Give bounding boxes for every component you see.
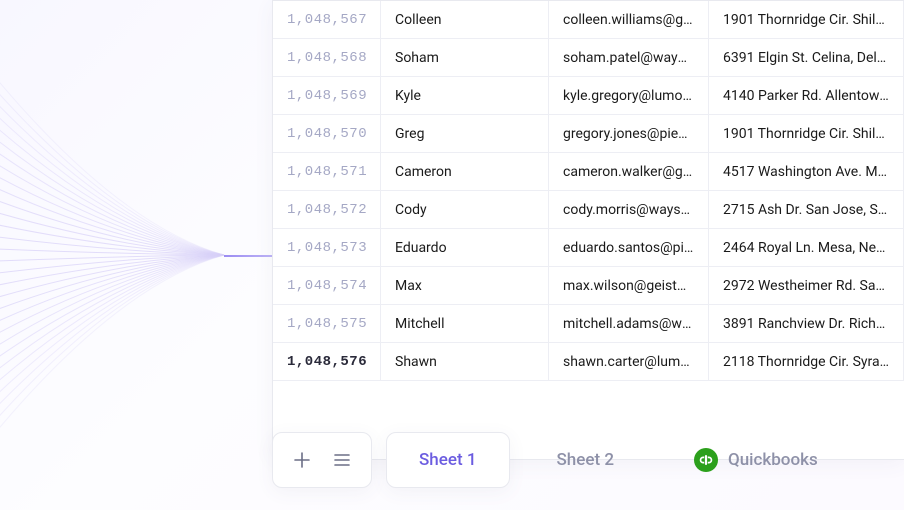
- cell-address[interactable]: 6391 Elgin St. Celina, Delawa: [709, 39, 904, 77]
- cell-email[interactable]: eduardo.santos@piedp: [549, 229, 709, 267]
- cell-name[interactable]: Max: [381, 267, 549, 305]
- cell-name[interactable]: Shawn: [381, 343, 549, 381]
- cell-email[interactable]: shawn.carter@lumon.te: [549, 343, 709, 381]
- cell-address[interactable]: 4140 Parker Rd. Allentown, N: [709, 77, 904, 115]
- cell-email[interactable]: kyle.gregory@lumon.te: [549, 77, 709, 115]
- row-number[interactable]: 1,048,569: [273, 77, 381, 115]
- cell-email[interactable]: soham.patel@waystar.c: [549, 39, 709, 77]
- tab-sheet-1[interactable]: Sheet 1: [386, 432, 510, 488]
- plus-icon: [293, 451, 311, 469]
- cell-address[interactable]: 1901 Thornridge Cir. Shiloh, H: [709, 115, 904, 153]
- row-number[interactable]: 1,048,568: [273, 39, 381, 77]
- tab-quickbooks[interactable]: Quickbooks: [661, 432, 851, 488]
- cell-address[interactable]: 2972 Westheimer Rd. Santa A: [709, 267, 904, 305]
- add-sheet-button[interactable]: [291, 449, 313, 471]
- cell-address[interactable]: 1901 Thornridge Cir. Shiloh, H: [709, 1, 904, 39]
- cell-name[interactable]: Kyle: [381, 77, 549, 115]
- cell-name[interactable]: Eduardo: [381, 229, 549, 267]
- cell-name[interactable]: Cody: [381, 191, 549, 229]
- cell-address[interactable]: 2118 Thornridge Cir. Syracuse: [709, 343, 904, 381]
- cell-address[interactable]: 2464 Royal Ln. Mesa, New Je: [709, 229, 904, 267]
- cell-name[interactable]: Colleen: [381, 1, 549, 39]
- tab-controls: [272, 432, 372, 488]
- row-number[interactable]: 1,048,576: [273, 343, 381, 381]
- cell-email[interactable]: colleen.williams@geist: [549, 1, 709, 39]
- cell-name[interactable]: Mitchell: [381, 305, 549, 343]
- cell-address[interactable]: 2715 Ash Dr. San Jose, South: [709, 191, 904, 229]
- quickbooks-icon: [694, 448, 718, 472]
- cell-address[interactable]: 3891 Ranchview Dr. Richards: [709, 305, 904, 343]
- row-number[interactable]: 1,048,573: [273, 229, 381, 267]
- tab-bar: Sheet 1 Sheet 2 Quickbooks: [272, 430, 904, 490]
- row-number[interactable]: 1,048,574: [273, 267, 381, 305]
- tab-quickbooks-label: Quickbooks: [728, 450, 818, 470]
- cell-email[interactable]: mitchell.adams@wayst: [549, 305, 709, 343]
- tab-sheet-2[interactable]: Sheet 2: [524, 432, 648, 488]
- cell-address[interactable]: 4517 Washington Ave. Manch: [709, 153, 904, 191]
- row-number[interactable]: 1,048,575: [273, 305, 381, 343]
- cell-name[interactable]: Greg: [381, 115, 549, 153]
- cell-name[interactable]: Soham: [381, 39, 549, 77]
- row-number[interactable]: 1,048,572: [273, 191, 381, 229]
- cell-email[interactable]: max.wilson@geistgrou: [549, 267, 709, 305]
- cell-email[interactable]: cody.morris@waystar.c: [549, 191, 709, 229]
- row-number[interactable]: 1,048,567: [273, 1, 381, 39]
- cell-name[interactable]: Cameron: [381, 153, 549, 191]
- cell-email[interactable]: gregory.jones@piedpip: [549, 115, 709, 153]
- spreadsheet: 1,048,567Colleencolleen.williams@geist19…: [272, 0, 904, 460]
- sheet-list-button[interactable]: [331, 449, 353, 471]
- row-number[interactable]: 1,048,571: [273, 153, 381, 191]
- row-number[interactable]: 1,048,570: [273, 115, 381, 153]
- menu-icon: [333, 451, 351, 469]
- connector-line: [224, 255, 272, 257]
- cell-email[interactable]: cameron.walker@geist: [549, 153, 709, 191]
